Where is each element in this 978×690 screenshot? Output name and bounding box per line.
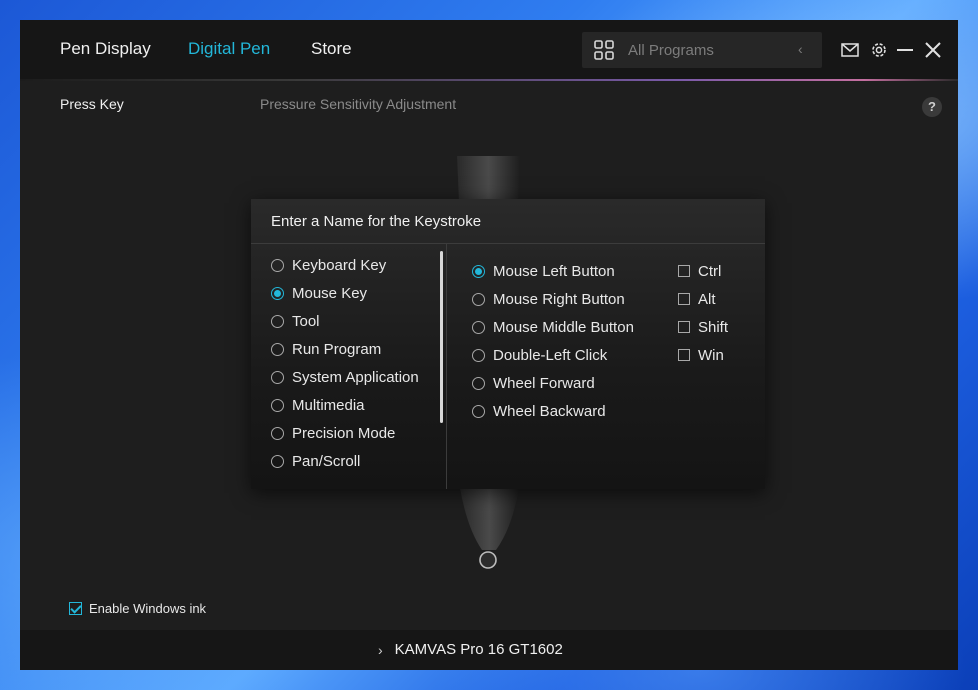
- category-run-program[interactable]: Run Program: [271, 338, 381, 360]
- mouse-left-button[interactable]: Mouse Left Button: [472, 260, 615, 282]
- option-label: Tool: [292, 312, 320, 330]
- option-label: Precision Mode: [292, 424, 396, 442]
- option-label: Multimedia: [292, 396, 365, 414]
- modifier-shift[interactable]: Shift: [678, 316, 728, 338]
- double-left-click[interactable]: Double-Left Click: [472, 344, 607, 366]
- option-label: Alt: [698, 290, 716, 308]
- modifier-win[interactable]: Win: [678, 344, 724, 366]
- radio-icon: [271, 426, 284, 440]
- radio-selected-icon: [271, 286, 284, 300]
- dialog-column-divider: [446, 244, 447, 489]
- enable-windows-ink-checkbox[interactable]: Enable Windows ink: [69, 601, 206, 616]
- category-scrollbar[interactable]: [440, 251, 443, 423]
- windows-ink-label: Enable Windows ink: [89, 601, 207, 616]
- checkbox-checked-icon: [69, 602, 82, 615]
- radio-icon: [472, 292, 485, 306]
- radio-selected-icon: [472, 264, 485, 278]
- option-label: Double-Left Click: [493, 346, 608, 364]
- option-label: Mouse Right Button: [493, 290, 625, 308]
- option-label: Wheel Forward: [493, 374, 595, 392]
- checkbox-icon: [678, 293, 690, 305]
- modifier-ctrl[interactable]: Ctrl: [678, 260, 721, 282]
- checkbox-icon: [678, 349, 690, 361]
- app-window: Pen Display Digital Pen Store All Progra…: [20, 20, 958, 670]
- chevron-right-icon: ›: [378, 641, 383, 658]
- option-label: Mouse Left Button: [493, 262, 615, 280]
- option-label: Keyboard Key: [292, 256, 387, 274]
- radio-icon: [271, 314, 284, 328]
- radio-icon: [472, 320, 485, 334]
- category-keyboard-key[interactable]: Keyboard Key: [271, 254, 386, 276]
- checkbox-icon: [678, 321, 690, 333]
- mouse-right-button[interactable]: Mouse Right Button: [472, 288, 625, 310]
- option-label: Wheel Backward: [493, 402, 606, 420]
- device-selector[interactable]: › KAMVAS Pro 16 GT1602: [378, 641, 563, 658]
- wheel-forward[interactable]: Wheel Forward: [472, 372, 595, 394]
- checkbox-icon: [678, 265, 690, 277]
- option-label: Win: [698, 346, 724, 364]
- option-label: System Application: [292, 368, 419, 386]
- mouse-middle-button[interactable]: Mouse Middle Button: [472, 316, 634, 338]
- option-label: Mouse Key: [292, 284, 368, 302]
- radio-icon: [472, 376, 485, 390]
- category-system-application[interactable]: System Application: [271, 366, 419, 388]
- dialog-divider: [251, 243, 765, 244]
- option-label: Ctrl: [698, 262, 722, 280]
- device-footer: › KAMVAS Pro 16 GT1602: [20, 630, 958, 670]
- option-label: Shift: [698, 318, 729, 336]
- device-name: KAMVAS Pro 16 GT1602: [394, 641, 563, 658]
- category-multimedia[interactable]: Multimedia: [271, 394, 365, 416]
- radio-icon: [271, 454, 284, 468]
- option-label: Pan/Scroll: [292, 452, 361, 470]
- keystroke-dialog: Enter a Name for the Keystroke Keyboard …: [251, 199, 765, 489]
- wheel-backward[interactable]: Wheel Backward: [472, 400, 606, 422]
- radio-icon: [271, 342, 284, 356]
- radio-icon: [472, 348, 485, 362]
- option-label: Run Program: [292, 340, 382, 358]
- radio-icon: [472, 404, 485, 418]
- category-precision-mode[interactable]: Precision Mode: [271, 422, 395, 444]
- radio-icon: [271, 398, 284, 412]
- radio-icon: [271, 258, 284, 272]
- radio-icon: [271, 370, 284, 384]
- modifier-alt[interactable]: Alt: [678, 288, 716, 310]
- category-pan-scroll[interactable]: Pan/Scroll: [271, 450, 360, 472]
- category-tool[interactable]: Tool: [271, 310, 320, 332]
- dialog-title: Enter a Name for the Keystroke: [271, 213, 482, 230]
- option-label: Mouse Middle Button: [493, 318, 634, 336]
- category-mouse-key[interactable]: Mouse Key: [271, 282, 367, 304]
